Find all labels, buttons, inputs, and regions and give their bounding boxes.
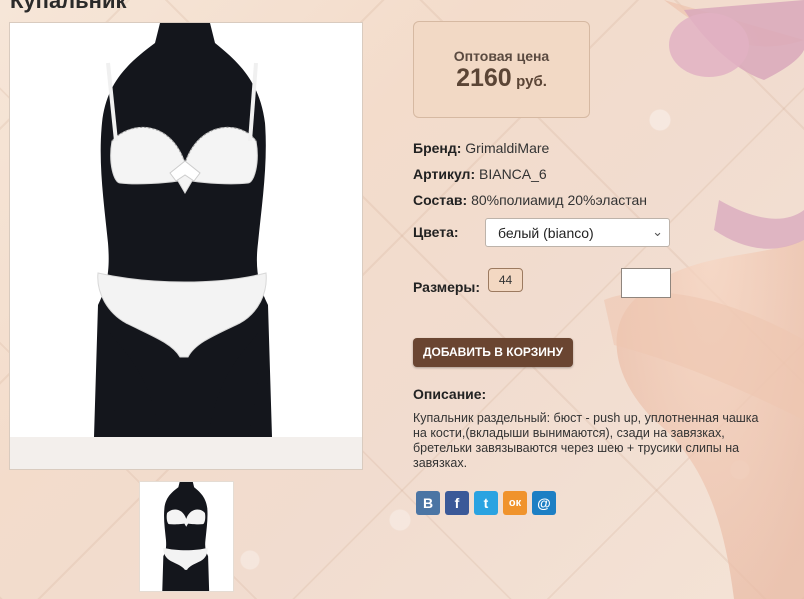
quantity-input[interactable] [621, 268, 671, 298]
sizes-label: Размеры: [413, 279, 481, 295]
brand-value: GrimaldiMare [465, 140, 550, 156]
twitter-icon[interactable]: t [474, 491, 498, 515]
composition-label: Состав: [413, 192, 468, 208]
chevron-down-icon: ⌄ [652, 224, 663, 239]
page-title: Купальник [10, 0, 127, 13]
description-title: Описание: [413, 386, 487, 402]
facebook-icon[interactable]: f [445, 491, 469, 515]
price-currency: руб. [516, 73, 547, 90]
color-select[interactable]: белый (bianco) ⌄ [485, 218, 670, 247]
add-to-cart-button[interactable]: ДОБАВИТЬ В КОРЗИНУ [413, 338, 573, 367]
wholesale-price-box: Оптовая цена 2160 руб. [413, 21, 590, 118]
description-text: Купальник раздельный: бюст - push up, уп… [413, 411, 759, 470]
color-selected-value: белый (bianco) [498, 225, 594, 241]
colors-label: Цвета: [413, 224, 459, 240]
brand-row: Бренд: GrimaldiMare [413, 140, 549, 156]
odnoklassniki-icon[interactable]: ок [503, 491, 527, 515]
composition-value: 80%полиамид 20%эластан [471, 192, 648, 208]
composition-row: Состав: 80%полиамид 20%эластан [413, 192, 647, 208]
product-thumbnail[interactable] [139, 481, 234, 592]
price-label: Оптовая цена [453, 48, 550, 64]
size-option-44[interactable]: 44 [488, 268, 523, 292]
mannequin-swimsuit-image [10, 23, 362, 437]
social-share-bar: В f t ок @ [416, 491, 556, 515]
vk-icon[interactable]: В [416, 491, 440, 515]
sku-label: Артикул: [413, 166, 476, 182]
brand-label: Бренд: [413, 140, 462, 156]
mailru-icon[interactable]: @ [532, 491, 556, 515]
colors-row: Цвета: [413, 224, 459, 240]
price-value: 2160 [456, 64, 512, 92]
product-main-image[interactable] [9, 22, 363, 470]
sku-row: Артикул: BIANCA_6 [413, 166, 547, 182]
sku-value: BIANCA_6 [479, 166, 547, 182]
sizes-row: Размеры: [413, 279, 480, 295]
thumbnail-image [140, 482, 233, 591]
